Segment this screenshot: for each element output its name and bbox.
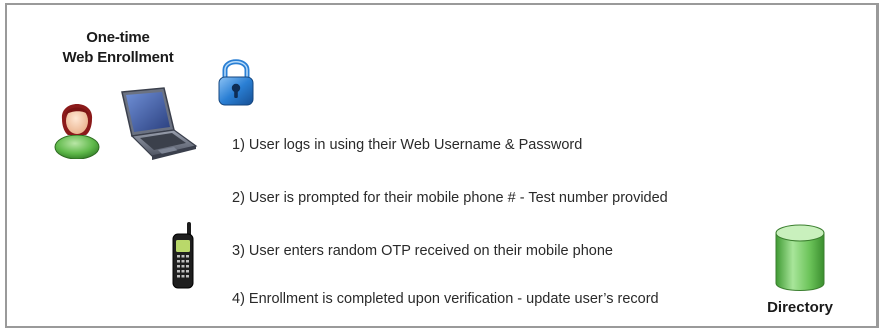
diagram-title: One-time Web Enrollment (50, 28, 186, 68)
step-1-text: 1) User logs in using their Web Username… (232, 137, 583, 153)
title-line-1: One-time (86, 29, 150, 46)
directory-label: Directory (767, 299, 833, 316)
lock-icon (216, 56, 256, 108)
step-4-text: 4) Enrollment is completed upon verifica… (232, 291, 659, 307)
database-icon (773, 223, 827, 295)
laptop-icon (118, 86, 200, 164)
mobile-phone-icon (170, 222, 196, 290)
step-2-text: 2) User is prompted for their mobile pho… (232, 190, 668, 206)
step-3-text: 3) User enters random OTP received on th… (232, 243, 613, 259)
title-line-2: Web Enrollment (62, 49, 174, 66)
user-icon (52, 93, 102, 159)
